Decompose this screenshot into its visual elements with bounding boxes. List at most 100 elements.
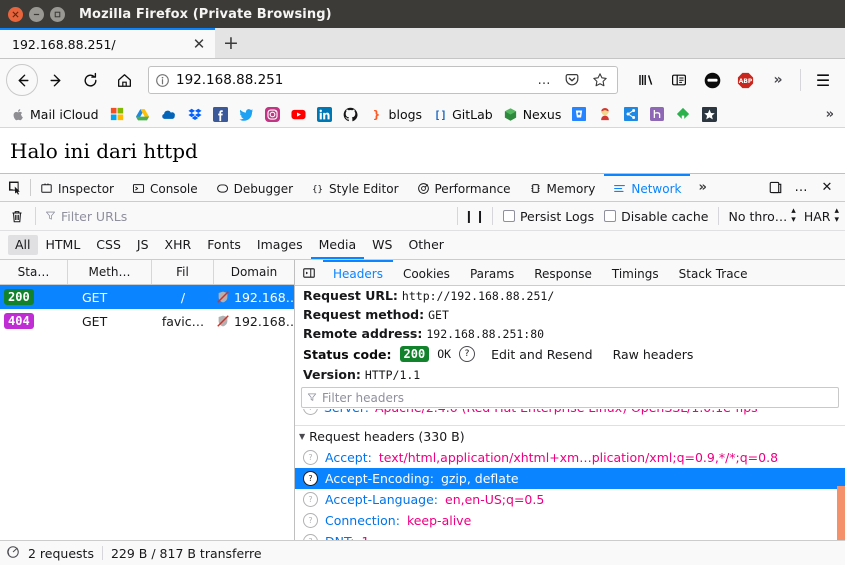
- disable-cache-checkbox[interactable]: Disable cache: [599, 209, 713, 224]
- bookmark-facebook[interactable]: [209, 104, 233, 124]
- clipped-response-header-row[interactable]: ? Server: Apache/2.4.6 (Red Hat Enterpri…: [295, 409, 845, 425]
- tab-style-editor[interactable]: {} Style Editor: [302, 174, 407, 201]
- header-info-icon[interactable]: ?: [303, 471, 318, 486]
- table-row[interactable]: 200 GET / 192.168…: [0, 285, 294, 309]
- bookmark-feedly[interactable]: [671, 104, 695, 124]
- bookmark-youtube[interactable]: [287, 104, 311, 124]
- forward-icon[interactable]: [40, 64, 72, 96]
- bookmark-jenkins[interactable]: [593, 104, 617, 124]
- header-info-icon[interactable]: ?: [303, 513, 318, 528]
- details-tab-params[interactable]: Params: [460, 260, 524, 285]
- details-tab-timings[interactable]: Timings: [602, 260, 669, 285]
- persist-logs-checkbox[interactable]: Persist Logs: [498, 209, 599, 224]
- filter-other[interactable]: Other: [400, 231, 452, 259]
- tab-console[interactable]: Console: [123, 174, 207, 201]
- bookmark-share-nodes[interactable]: [619, 104, 643, 124]
- close-icon[interactable]: ✕: [189, 34, 209, 54]
- bookmark-heroku[interactable]: [645, 104, 669, 124]
- tab-debugger[interactable]: Debugger: [207, 174, 302, 201]
- column-header-status[interactable]: Sta…: [0, 260, 68, 284]
- details-tab-headers[interactable]: Headers: [323, 260, 393, 285]
- learn-more-icon[interactable]: ?: [459, 346, 476, 362]
- bookmark-mail-icloud[interactable]: Mail iCloud: [6, 104, 103, 124]
- request-headers-section-header[interactable]: ▼ Request headers (330 B): [295, 425, 845, 447]
- pause-recording-icon[interactable]: ❙❙: [463, 209, 487, 223]
- bookmark-bitbucket[interactable]: [567, 104, 591, 124]
- details-scrollbar[interactable]: [837, 486, 845, 540]
- bookmark-onedrive[interactable]: [157, 104, 181, 124]
- back-icon[interactable]: [6, 64, 38, 96]
- filter-xhr[interactable]: XHR: [157, 231, 200, 259]
- adblock-plus-icon[interactable]: ABP: [729, 64, 761, 96]
- list-item[interactable]: ? Accept: text/html,application/xhtml+xm…: [295, 447, 845, 468]
- details-tab-stack-trace[interactable]: Stack Trace: [669, 260, 758, 285]
- bookmark-twitter[interactable]: [235, 104, 259, 124]
- network-status-icon[interactable]: [6, 545, 20, 562]
- page-info-icon[interactable]: [155, 73, 170, 88]
- filter-images[interactable]: Images: [249, 231, 311, 259]
- column-header-method[interactable]: Meth…: [68, 260, 152, 284]
- hamburger-menu-icon[interactable]: ☰: [807, 64, 839, 96]
- filter-headers-input[interactable]: Filter headers: [301, 387, 839, 408]
- raw-headers-button[interactable]: Raw headers: [613, 347, 694, 362]
- bookmark-star[interactable]: [697, 104, 721, 124]
- bookmark-google-drive[interactable]: [131, 104, 155, 124]
- new-tab-button[interactable]: +: [215, 28, 247, 58]
- filter-ws[interactable]: WS: [364, 231, 400, 259]
- table-row[interactable]: 404 GET favic… 192.168…: [0, 309, 294, 333]
- filter-html[interactable]: HTML: [38, 231, 89, 259]
- private-mask-icon[interactable]: [696, 64, 728, 96]
- home-icon[interactable]: [108, 64, 140, 96]
- bookmark-star-icon[interactable]: [589, 69, 611, 91]
- edit-and-resend-button[interactable]: Edit and Resend: [491, 347, 593, 362]
- header-info-icon[interactable]: ?: [303, 534, 318, 540]
- bookmark-blogs[interactable]: } blogs: [365, 104, 427, 124]
- har-select[interactable]: HAR ▴ ▾: [800, 207, 841, 225]
- filter-all[interactable]: All: [8, 235, 38, 255]
- details-tab-response[interactable]: Response: [524, 260, 602, 285]
- details-tab-cookies[interactable]: Cookies: [393, 260, 460, 285]
- url-text[interactable]: 192.168.88.251: [176, 72, 527, 88]
- throttling-select[interactable]: No thro… ▴ ▾: [724, 207, 799, 225]
- devtools-settings-icon[interactable]: …: [789, 176, 813, 200]
- filter-urls-input[interactable]: Filter URLs: [41, 206, 452, 226]
- header-info-icon[interactable]: ?: [303, 492, 318, 507]
- column-header-file[interactable]: Fil: [152, 260, 214, 284]
- list-item[interactable]: ? Accept-Encoding: gzip, deflate: [295, 468, 845, 489]
- filter-fonts[interactable]: Fonts: [199, 231, 249, 259]
- column-header-domain[interactable]: Domain: [214, 260, 294, 284]
- library-icon[interactable]: [630, 64, 662, 96]
- tab-network[interactable]: Network: [604, 174, 691, 201]
- browser-tab[interactable]: 192.168.88.251/ ✕: [0, 28, 215, 58]
- bookmark-microsoft[interactable]: [105, 104, 129, 124]
- pocket-icon[interactable]: [561, 69, 583, 91]
- back-to-list-icon[interactable]: [295, 260, 323, 285]
- bookmark-github[interactable]: [339, 104, 363, 124]
- devtools-close-icon[interactable]: ✕: [815, 176, 839, 200]
- filter-css[interactable]: CSS: [88, 231, 129, 259]
- bookmark-gitlab[interactable]: [] GitLab: [428, 104, 497, 124]
- filter-js[interactable]: JS: [129, 231, 157, 259]
- window-maximize-button[interactable]: [50, 6, 65, 22]
- reload-icon[interactable]: [74, 64, 106, 96]
- window-minimize-button[interactable]: [29, 6, 44, 22]
- window-close-button[interactable]: [8, 6, 23, 22]
- list-item[interactable]: ? Accept-Language: en,en-US;q=0.5: [295, 489, 845, 510]
- list-item[interactable]: ? Connection: keep-alive: [295, 510, 845, 531]
- list-item[interactable]: ? DNT: 1: [295, 531, 845, 540]
- address-bar[interactable]: 192.168.88.251 …: [148, 66, 618, 94]
- tab-performance[interactable]: Performance: [408, 174, 520, 201]
- element-picker-icon[interactable]: [0, 174, 30, 201]
- tab-inspector[interactable]: Inspector: [31, 174, 123, 201]
- page-actions-icon[interactable]: …: [533, 69, 555, 91]
- header-info-icon[interactable]: ?: [303, 450, 318, 465]
- tab-memory[interactable]: Memory: [520, 174, 605, 201]
- toolbar-overflow-icon[interactable]: »: [762, 64, 794, 96]
- clear-requests-icon[interactable]: [4, 209, 30, 224]
- bookmark-nexus[interactable]: Nexus: [499, 104, 566, 124]
- bookmarks-overflow-icon[interactable]: »: [821, 107, 839, 122]
- bookmark-instagram[interactable]: [261, 104, 285, 124]
- dock-to-side-icon[interactable]: [763, 176, 787, 200]
- filter-media[interactable]: Media: [310, 231, 365, 259]
- bookmark-linkedin[interactable]: [313, 104, 337, 124]
